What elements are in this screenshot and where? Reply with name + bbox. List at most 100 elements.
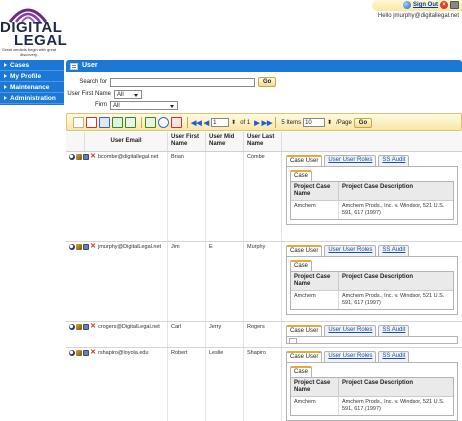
delete-icon[interactable]: ✕: [90, 243, 96, 250]
case-row[interactable]: Amchem Amchem Prods., Inc. v. Windsor, 5…: [291, 397, 453, 415]
column-header-first-name[interactable]: User First Name: [168, 132, 206, 151]
first-page-icon[interactable]: ◀◀: [191, 119, 202, 127]
case-table-header: Project Case Name Project Case Descripti…: [291, 182, 453, 201]
column-header-project-case-description[interactable]: Project Case Description: [339, 378, 453, 396]
table-row[interactable]: ✕ rshapiro@loyola.edu Robert Leslie Shap…: [66, 348, 462, 421]
case-row[interactable]: Amchem Amchem Prods., Inc. v. Windsor, 5…: [291, 291, 453, 309]
tab-case-user[interactable]: Case User: [286, 325, 323, 336]
edit-icon[interactable]: [76, 244, 82, 250]
view-icon[interactable]: [69, 154, 75, 160]
table-row[interactable]: ✕ jmurphy@DigitalLegal.net Jim E Murphy …: [66, 242, 462, 322]
tab-user-user-roles[interactable]: User User Roles: [324, 351, 377, 362]
copy-icon[interactable]: [83, 350, 89, 356]
copy-icon[interactable]: [83, 154, 89, 160]
tab-case[interactable]: Case: [290, 366, 313, 377]
tab-ss-audit[interactable]: SS Audit: [378, 325, 410, 336]
tab-case-user[interactable]: Case User: [286, 351, 323, 362]
user-mid-name: Leslie: [206, 348, 244, 421]
user-last-name: Murphy: [244, 242, 282, 321]
column-header-email[interactable]: User Email: [85, 132, 168, 151]
first-name-label: User First Name: [67, 91, 111, 97]
tab-user-user-roles[interactable]: User User Roles: [324, 245, 377, 256]
column-header-last-name[interactable]: User Last Name: [244, 132, 282, 151]
tab-case[interactable]: Case: [290, 260, 313, 271]
row-detail: Case User User User Roles SS Audit: [282, 322, 462, 347]
per-page-input[interactable]: 10: [303, 118, 326, 127]
view-icon[interactable]: [69, 244, 75, 250]
first-name-select-value: All: [117, 91, 124, 98]
delete-icon[interactable]: ✕: [90, 323, 96, 330]
last-page-icon[interactable]: ▶▶: [262, 119, 273, 127]
search-input[interactable]: [110, 77, 255, 87]
copy-icon[interactable]: [83, 244, 89, 250]
firm-select[interactable]: All: [110, 100, 178, 110]
case-table: Project Case Name Project Case Descripti…: [290, 271, 454, 310]
view-icon[interactable]: [69, 350, 75, 356]
tab-ss-audit[interactable]: SS Audit: [378, 351, 410, 362]
user-email: crogers@DigitalLegal.net: [98, 324, 160, 330]
new-record-icon[interactable]: [73, 117, 84, 128]
user-mid-name: Jerry: [206, 322, 244, 347]
close-icon[interactable]: ×: [440, 1, 448, 9]
refresh-icon[interactable]: [158, 117, 169, 128]
sidebar-item-label: My Profile: [10, 73, 42, 80]
search-go-button[interactable]: Go: [258, 77, 277, 87]
printer-icon[interactable]: [450, 1, 459, 9]
csv-export-icon[interactable]: [125, 117, 136, 128]
edit-icon[interactable]: [76, 154, 82, 160]
next-page-icon[interactable]: ▶: [254, 119, 259, 127]
tab-user-user-roles[interactable]: User User Roles: [324, 155, 377, 166]
previous-page-icon[interactable]: ◀: [204, 119, 209, 127]
users-table: User Email User First Name User Mid Name…: [66, 132, 462, 421]
tab-case-user[interactable]: Case User: [286, 155, 323, 166]
view-icon[interactable]: [69, 324, 75, 330]
case-name: Amchem: [291, 397, 339, 415]
user-first-name: Robert: [168, 348, 206, 421]
copy-icon[interactable]: [83, 324, 89, 330]
case-table-header: Project Case Name Project Case Descripti…: [291, 378, 453, 397]
sidebar-item-cases[interactable]: Cases: [0, 60, 64, 71]
tab-case[interactable]: Case: [290, 170, 313, 181]
toolbar-divider: [141, 117, 142, 128]
user-email: rshapiro@loyola.edu: [98, 350, 149, 356]
per-page-spinner-icon[interactable]: ⬍: [327, 119, 332, 126]
column-header-project-case-name[interactable]: Project Case Name: [291, 182, 339, 200]
column-header-project-case-description[interactable]: Project Case Description: [339, 182, 453, 200]
page-number-input[interactable]: 1: [211, 118, 230, 127]
firm-row: Firm All: [66, 100, 178, 110]
table-row[interactable]: ✕ bcombe@digitallegal.net Brian Combe Ca…: [66, 152, 462, 242]
column-header-project-case-name[interactable]: Project Case Name: [291, 378, 339, 396]
pager-go-button[interactable]: Go: [353, 117, 373, 128]
sidebar-item-maintenance[interactable]: Maintenance: [0, 82, 64, 93]
clear-filter-icon[interactable]: [171, 117, 182, 128]
row-action-icons: ✕: [69, 323, 96, 330]
row-email-cell: ✕ crogers@DigitalLegal.net: [66, 322, 168, 347]
table-row[interactable]: ✕ crogers@DigitalLegal.net Carl Jerry Ro…: [66, 322, 462, 348]
excel-export-icon[interactable]: [112, 117, 123, 128]
sidebar-item-my-profile[interactable]: My Profile: [0, 71, 64, 82]
tab-user-user-roles[interactable]: User User Roles: [324, 325, 377, 336]
user-email: bcombe@digitallegal.net: [98, 154, 159, 160]
page-spinner-icon[interactable]: ⬍: [231, 119, 236, 126]
edit-icon[interactable]: [76, 324, 82, 330]
detail-tabs: Case User User User Roles SS Audit: [286, 245, 458, 256]
tab-panel: Case Project Case Name Project Case Desc…: [286, 166, 458, 225]
word-export-icon[interactable]: [99, 117, 110, 128]
sign-out-link[interactable]: Sign Out: [413, 2, 438, 8]
tab-case-user[interactable]: Case User: [286, 245, 323, 256]
tab-ss-audit[interactable]: SS Audit: [378, 155, 410, 166]
edit-icon[interactable]: [76, 350, 82, 356]
pdf-export-icon[interactable]: [86, 117, 97, 128]
case-row[interactable]: Amchem Amchem Prods., Inc. v. Windsor, 5…: [291, 201, 453, 219]
row-action-icons: ✕: [69, 153, 96, 160]
column-header-mid-name[interactable]: User Mid Name: [206, 132, 244, 151]
delete-icon[interactable]: ✕: [90, 153, 96, 160]
tab-ss-audit[interactable]: SS Audit: [378, 245, 410, 256]
delete-icon[interactable]: ✕: [90, 349, 96, 356]
sidebar-item-administration[interactable]: Administration: [0, 93, 64, 104]
column-header-project-case-description[interactable]: Project Case Description: [339, 272, 453, 290]
filter-icon[interactable]: [145, 117, 156, 128]
column-header-project-case-name[interactable]: Project Case Name: [291, 272, 339, 290]
first-name-select[interactable]: All: [114, 89, 142, 99]
case-table: Project Case Name Project Case Descripti…: [290, 181, 454, 220]
